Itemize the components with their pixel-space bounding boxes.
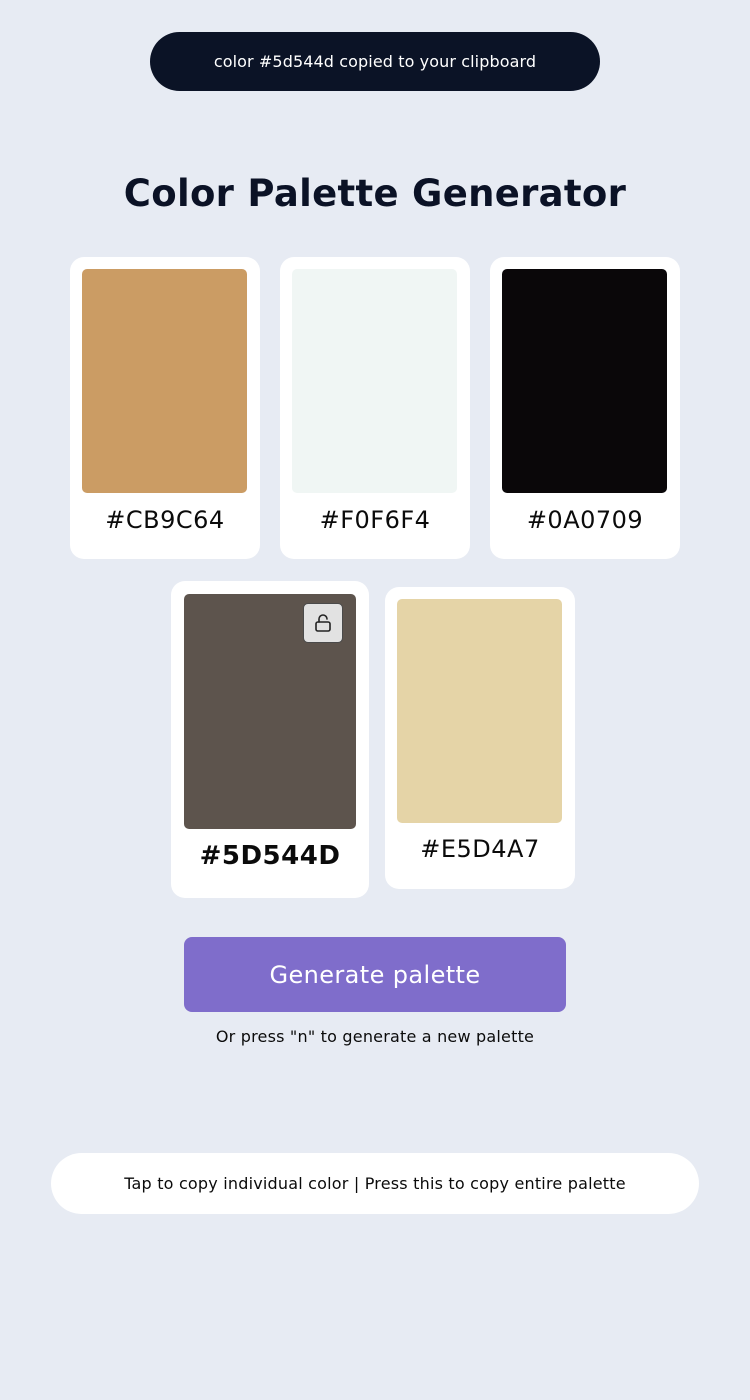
palette-card-1[interactable]: #CB9C64 [70,257,260,559]
hex-label: #F0F6F4 [319,506,431,534]
palette-card-4[interactable]: #5D544D [171,581,369,898]
palette-card-3[interactable]: #0A0709 [490,257,680,559]
color-swatch[interactable] [397,599,562,823]
color-swatch[interactable] [502,269,667,493]
copy-palette-bar[interactable]: Tap to copy individual color | Press thi… [51,1153,699,1214]
copy-palette-label: Tap to copy individual color | Press thi… [124,1174,626,1193]
hex-label: #0A0709 [526,506,644,534]
color-swatch[interactable] [184,594,356,829]
hex-label: #5D544D [199,841,341,871]
color-swatch[interactable] [292,269,457,493]
copied-toast: color #5d544d copied to your clipboard [150,32,600,91]
generate-palette-button[interactable]: Generate palette [184,937,566,1012]
keyboard-hint: Or press "n" to generate a new palette [215,1027,535,1046]
palette-card-2[interactable]: #F0F6F4 [280,257,470,559]
lock-toggle-button[interactable] [303,603,343,643]
hex-label: #CB9C64 [105,506,225,534]
unlock-icon [313,613,333,633]
hex-label: #E5D4A7 [420,835,540,863]
color-swatch[interactable] [82,269,247,493]
page-title: Color Palette Generator [123,172,627,215]
palette-card-5[interactable]: #E5D4A7 [385,587,575,889]
toast-message: color #5d544d copied to your clipboard [213,52,537,71]
